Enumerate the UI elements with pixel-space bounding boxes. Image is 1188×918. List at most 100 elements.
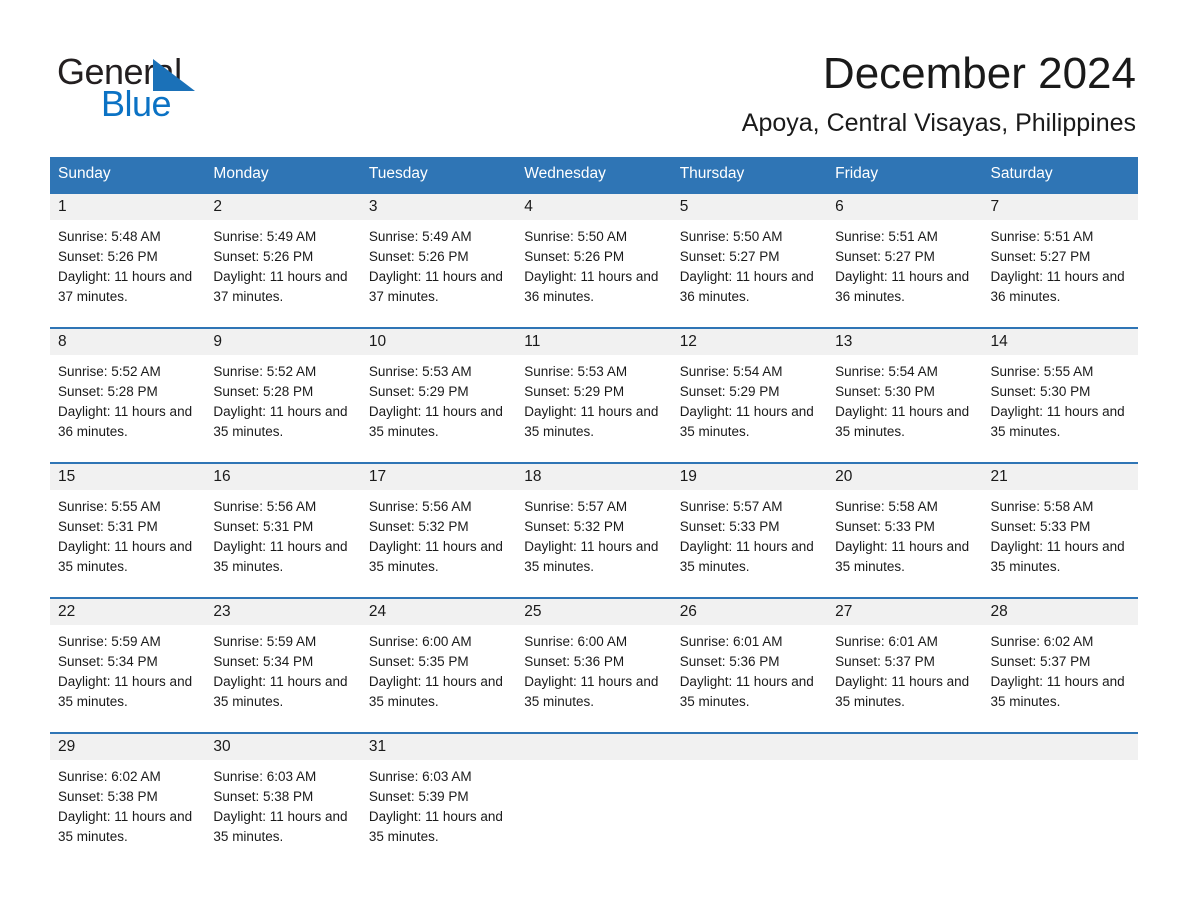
calendar-day-cell[interactable]: 28 Sunrise: 6:02 AM Sunset: 5:37 PM Dayligh… bbox=[982, 597, 1138, 733]
sunrise-text: Sunrise: 6:01 AM bbox=[679, 634, 783, 649]
sunrise-text: Sunrise: 5:51 AM bbox=[990, 229, 1094, 244]
calendar-day-cell[interactable]: 9 Sunrise: 5:52 AM Sunset: 5:28 PM Daylight… bbox=[205, 327, 361, 463]
daylight-text: Daylight: 11 hours and 35 minutes. bbox=[58, 674, 193, 709]
daylight-text: Daylight: 11 hours and 35 minutes. bbox=[835, 674, 970, 709]
calendar-day-cell[interactable]: 3 Sunrise: 5:49 AM Sunset: 5:26 PM Daylight… bbox=[360, 192, 517, 328]
day-cell-inner: 1 Sunrise: 5:48 AM Sunset: 5:26 PM Daylight… bbox=[50, 194, 206, 327]
day-cell-inner: 5 Sunrise: 5:50 AM Sunset: 5:27 PM Daylight… bbox=[671, 194, 828, 327]
day-cell-details: Sunrise: 6:02 AM Sunset: 5:38 PM Daylight:… bbox=[50, 760, 205, 847]
title-block: December 2024 Apoya, Central Visayas, Ph… bbox=[742, 48, 1136, 140]
sunrise-text: Sunrise: 5:58 AM bbox=[990, 499, 1094, 514]
day-cell-inner bbox=[827, 734, 983, 853]
calendar-header-row: Sunday Monday Tuesday Wednesday Thursday… bbox=[50, 157, 1138, 193]
calendar-day-cell[interactable]: 6 Sunrise: 5:51 AM Sunset: 5:27 PM Daylight… bbox=[827, 192, 983, 328]
general-blue-logo: General Blue bbox=[57, 52, 317, 124]
weekday-header-wednesday: Wednesday bbox=[516, 157, 672, 193]
sunset-text: Sunset: 5:30 PM bbox=[835, 384, 935, 399]
calendar-day-cell[interactable]: 19 Sunrise: 5:57 AM Sunset: 5:33 PM Dayligh… bbox=[671, 462, 828, 598]
sunrise-text: Sunrise: 5:56 AM bbox=[368, 499, 472, 514]
sunrise-text: Sunrise: 5:48 AM bbox=[58, 229, 161, 244]
daylight-text: Daylight: 11 hours and 37 minutes. bbox=[213, 269, 348, 304]
day-cell-details: Sunrise: 5:50 AM Sunset: 5:27 PM Daylight:… bbox=[672, 220, 827, 307]
weekday-header-saturday: Saturday bbox=[982, 157, 1138, 193]
sunrise-text: Sunrise: 5:54 AM bbox=[835, 364, 938, 379]
calendar-day-cell[interactable]: 29 Sunrise: 6:02 AM Sunset: 5:38 PM Dayligh… bbox=[50, 732, 206, 853]
calendar-day-cell[interactable]: 18 Sunrise: 5:57 AM Sunset: 5:32 PM Dayligh… bbox=[516, 462, 672, 598]
weekday-header-tuesday: Tuesday bbox=[360, 157, 517, 193]
calendar-day-cell[interactable]: 24 Sunrise: 6:00 AM Sunset: 5:35 PM Dayligh… bbox=[360, 597, 517, 733]
sunset-text: Sunset: 5:38 PM bbox=[213, 789, 314, 804]
day-number: 10 bbox=[360, 329, 517, 355]
calendar-day-cell[interactable]: 16 Sunrise: 5:56 AM Sunset: 5:31 PM Dayligh… bbox=[205, 462, 361, 598]
daylight-text: Daylight: 11 hours and 35 minutes. bbox=[368, 674, 503, 709]
daylight-text: Daylight: 11 hours and 35 minutes. bbox=[524, 539, 659, 574]
calendar-day-cell[interactable]: 31 Sunrise: 6:03 AM Sunset: 5:39 PM Dayligh… bbox=[360, 732, 517, 853]
calendar-day-cell[interactable]: 20 Sunrise: 5:58 AM Sunset: 5:33 PM Dayligh… bbox=[827, 462, 983, 598]
day-cell-inner: 27 Sunrise: 6:01 AM Sunset: 5:37 PM Dayligh… bbox=[827, 599, 983, 732]
day-cell-inner: 29 Sunrise: 6:02 AM Sunset: 5:38 PM Dayligh… bbox=[50, 734, 206, 853]
calendar-day-cell[interactable]: 10 Sunrise: 5:53 AM Sunset: 5:29 PM Dayligh… bbox=[360, 327, 517, 463]
calendar-day-cell[interactable]: 21 Sunrise: 5:58 AM Sunset: 5:33 PM Dayligh… bbox=[982, 462, 1138, 598]
calendar-day-cell[interactable]: 27 Sunrise: 6:01 AM Sunset: 5:37 PM Dayligh… bbox=[827, 597, 983, 733]
calendar-day-cell[interactable]: 14 Sunrise: 5:55 AM Sunset: 5:30 PM Dayligh… bbox=[982, 327, 1138, 463]
sunrise-text: Sunrise: 5:58 AM bbox=[835, 499, 938, 514]
day-cell-details bbox=[672, 760, 827, 767]
day-number: 15 bbox=[50, 464, 206, 490]
calendar-day-cell[interactable]: 11 Sunrise: 5:53 AM Sunset: 5:29 PM Dayligh… bbox=[516, 327, 672, 463]
daylight-text: Daylight: 11 hours and 35 minutes. bbox=[368, 539, 503, 574]
daylight-text: Daylight: 11 hours and 35 minutes. bbox=[835, 539, 970, 574]
day-cell-details: Sunrise: 5:59 AM Sunset: 5:34 PM Daylight:… bbox=[205, 625, 360, 712]
day-number bbox=[671, 734, 828, 760]
calendar-day-cell[interactable]: 26 Sunrise: 6:01 AM Sunset: 5:36 PM Dayligh… bbox=[671, 597, 828, 733]
calendar-day-cell[interactable]: 23 Sunrise: 5:59 AM Sunset: 5:34 PM Dayligh… bbox=[205, 597, 361, 733]
calendar-day-cell[interactable]: 1 Sunrise: 5:48 AM Sunset: 5:26 PM Daylight… bbox=[50, 192, 206, 328]
sunset-text: Sunset: 5:36 PM bbox=[524, 654, 625, 669]
calendar-day-cell[interactable]: 30 Sunrise: 6:03 AM Sunset: 5:38 PM Dayligh… bbox=[205, 732, 361, 853]
daylight-text: Daylight: 11 hours and 35 minutes. bbox=[990, 674, 1125, 709]
sunset-text: Sunset: 5:39 PM bbox=[368, 789, 469, 804]
calendar-day-cell[interactable]: 12 Sunrise: 5:54 AM Sunset: 5:29 PM Dayligh… bbox=[671, 327, 828, 463]
sunrise-text: Sunrise: 6:01 AM bbox=[835, 634, 938, 649]
calendar-day-cell[interactable]: 17 Sunrise: 5:56 AM Sunset: 5:32 PM Dayligh… bbox=[360, 462, 517, 598]
day-cell-inner: 28 Sunrise: 6:02 AM Sunset: 5:37 PM Dayligh… bbox=[982, 599, 1138, 732]
day-number: 22 bbox=[50, 599, 206, 625]
location-subtitle: Apoya, Central Visayas, Philippines bbox=[741, 109, 1136, 137]
day-cell-inner: 17 Sunrise: 5:56 AM Sunset: 5:32 PM Dayligh… bbox=[360, 464, 517, 597]
day-number: 4 bbox=[516, 194, 672, 220]
sunset-text: Sunset: 5:26 PM bbox=[524, 249, 625, 264]
calendar-day-cell[interactable]: 8 Sunrise: 5:52 AM Sunset: 5:28 PM Daylight… bbox=[50, 327, 206, 463]
calendar-day-cell[interactable]: 13 Sunrise: 5:54 AM Sunset: 5:30 PM Dayligh… bbox=[827, 327, 983, 463]
day-cell-inner: 9 Sunrise: 5:52 AM Sunset: 5:28 PM Daylight… bbox=[205, 329, 361, 462]
sunset-text: Sunset: 5:35 PM bbox=[368, 654, 469, 669]
daylight-text: Daylight: 11 hours and 36 minutes. bbox=[58, 404, 193, 439]
calendar-day-cell[interactable]: 15 Sunrise: 5:55 AM Sunset: 5:31 PM Dayligh… bbox=[50, 462, 206, 598]
calendar-day-cell[interactable]: 4 Sunrise: 5:50 AM Sunset: 5:26 PM Daylight… bbox=[516, 192, 672, 328]
calendar-day-cell[interactable]: 2 Sunrise: 5:49 AM Sunset: 5:26 PM Daylight… bbox=[205, 192, 361, 328]
sunset-text: Sunset: 5:33 PM bbox=[835, 519, 935, 534]
day-number: 29 bbox=[50, 734, 206, 760]
calendar-page: General Blue December 2024 Apoya, Centra… bbox=[0, 0, 1188, 918]
day-cell-details: Sunrise: 5:57 AM Sunset: 5:33 PM Daylight:… bbox=[672, 490, 827, 577]
day-number: 31 bbox=[360, 734, 517, 760]
sunrise-text: Sunrise: 6:00 AM bbox=[368, 634, 472, 649]
sunrise-text: Sunrise: 5:56 AM bbox=[213, 499, 317, 514]
day-cell-details: Sunrise: 6:01 AM Sunset: 5:37 PM Daylight:… bbox=[827, 625, 982, 712]
calendar-day-cell[interactable]: 5 Sunrise: 5:50 AM Sunset: 5:27 PM Daylight… bbox=[671, 192, 828, 328]
logo-text-blue: Blue bbox=[101, 83, 172, 124]
day-cell-details: Sunrise: 5:51 AM Sunset: 5:27 PM Daylight:… bbox=[827, 220, 982, 307]
day-cell-inner: 7 Sunrise: 5:51 AM Sunset: 5:27 PM Daylight… bbox=[982, 194, 1138, 327]
calendar-day-cell[interactable]: 25 Sunrise: 6:00 AM Sunset: 5:36 PM Dayligh… bbox=[516, 597, 672, 733]
calendar-day-cell[interactable]: 22 Sunrise: 5:59 AM Sunset: 5:34 PM Dayligh… bbox=[50, 597, 206, 733]
sunrise-text: Sunrise: 5:53 AM bbox=[368, 364, 472, 379]
day-cell-details: Sunrise: 5:54 AM Sunset: 5:30 PM Daylight:… bbox=[827, 355, 982, 442]
day-number bbox=[827, 734, 983, 760]
day-number: 16 bbox=[205, 464, 361, 490]
sunrise-text: Sunrise: 5:54 AM bbox=[679, 364, 783, 379]
day-cell-details: Sunrise: 5:53 AM Sunset: 5:29 PM Daylight:… bbox=[516, 355, 671, 442]
day-cell-inner: 25 Sunrise: 6:00 AM Sunset: 5:36 PM Dayligh… bbox=[516, 599, 672, 732]
day-cell-details: Sunrise: 5:49 AM Sunset: 5:26 PM Daylight:… bbox=[205, 220, 360, 307]
sunrise-text: Sunrise: 5:50 AM bbox=[679, 229, 783, 244]
calendar-day-cell[interactable]: 7 Sunrise: 5:51 AM Sunset: 5:27 PM Daylight… bbox=[982, 192, 1138, 328]
day-number: 2 bbox=[205, 194, 361, 220]
day-cell-inner: 30 Sunrise: 6:03 AM Sunset: 5:38 PM Dayligh… bbox=[205, 734, 361, 853]
